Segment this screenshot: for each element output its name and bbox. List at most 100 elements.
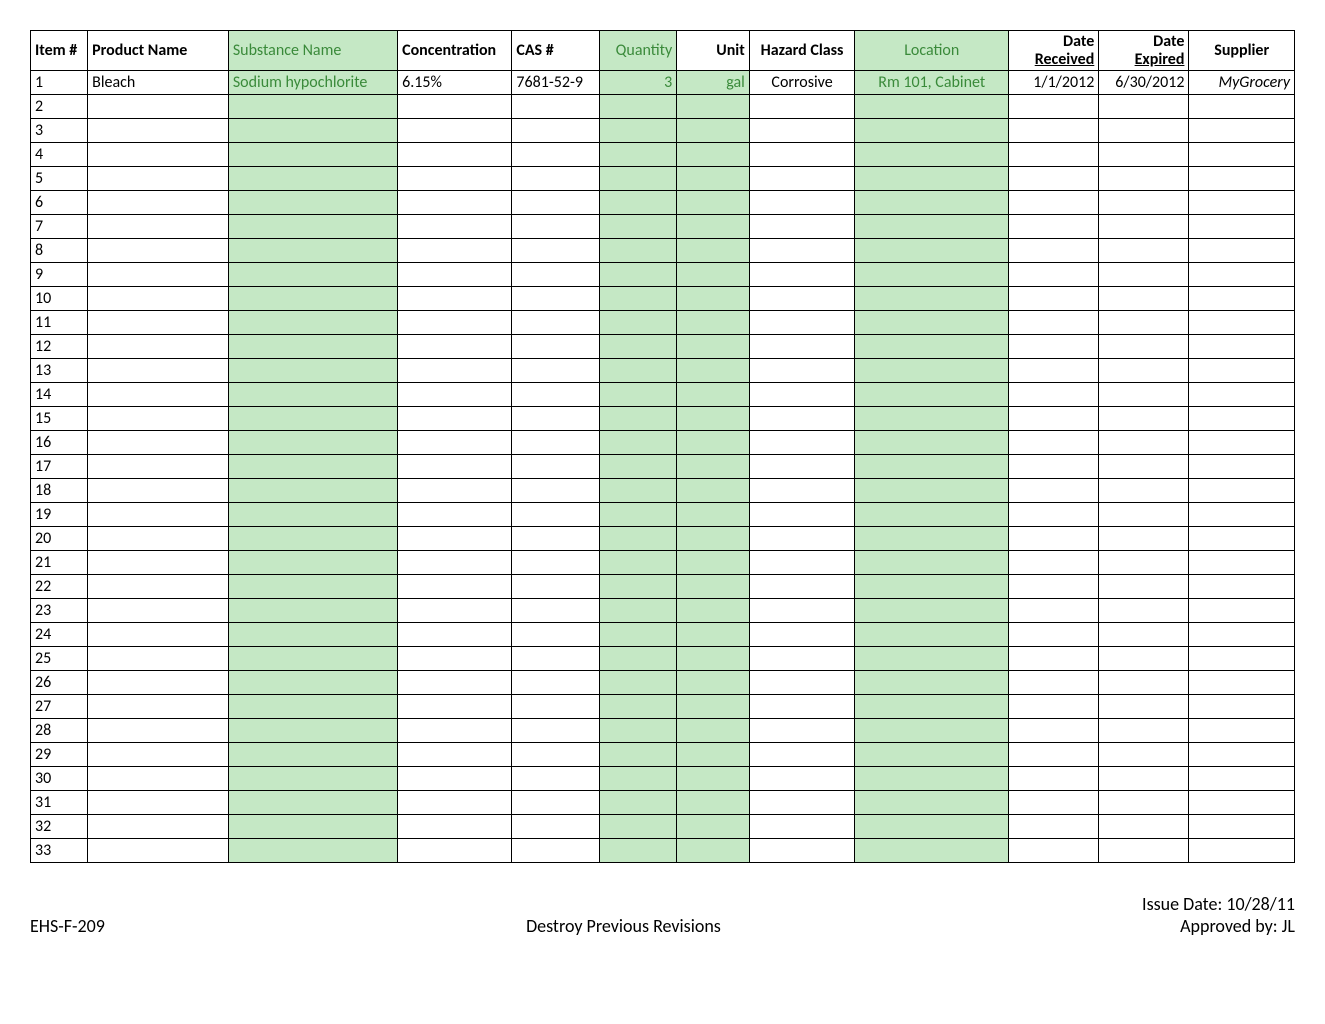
cell[interactable] xyxy=(1099,527,1189,551)
cell[interactable] xyxy=(1189,167,1295,191)
cell[interactable] xyxy=(600,167,677,191)
cell[interactable] xyxy=(749,623,855,647)
cell[interactable] xyxy=(398,575,512,599)
cell[interactable] xyxy=(600,383,677,407)
cell[interactable] xyxy=(228,551,397,575)
cell[interactable] xyxy=(1099,95,1189,119)
cell[interactable]: 15 xyxy=(31,407,88,431)
cell[interactable] xyxy=(1099,791,1189,815)
cell[interactable] xyxy=(855,239,1009,263)
cell[interactable] xyxy=(749,599,855,623)
cell[interactable] xyxy=(600,815,677,839)
cell[interactable] xyxy=(600,791,677,815)
cell[interactable] xyxy=(512,239,600,263)
cell[interactable] xyxy=(398,671,512,695)
cell[interactable]: 9 xyxy=(31,263,88,287)
cell[interactable] xyxy=(398,95,512,119)
cell[interactable] xyxy=(88,143,229,167)
cell[interactable] xyxy=(749,119,855,143)
cell[interactable] xyxy=(512,263,600,287)
cell[interactable] xyxy=(1189,767,1295,791)
cell[interactable] xyxy=(749,311,855,335)
cell[interactable] xyxy=(749,503,855,527)
cell[interactable] xyxy=(749,191,855,215)
cell[interactable] xyxy=(88,311,229,335)
cell[interactable] xyxy=(228,503,397,527)
cell[interactable] xyxy=(677,167,750,191)
cell[interactable] xyxy=(1099,239,1189,263)
cell[interactable] xyxy=(1189,599,1295,623)
cell[interactable] xyxy=(1099,119,1189,143)
cell[interactable] xyxy=(1099,647,1189,671)
cell[interactable] xyxy=(88,767,229,791)
cell[interactable] xyxy=(677,359,750,383)
cell[interactable] xyxy=(1099,407,1189,431)
cell[interactable] xyxy=(1189,623,1295,647)
cell[interactable]: 25 xyxy=(31,647,88,671)
cell[interactable] xyxy=(1009,695,1099,719)
cell[interactable] xyxy=(749,407,855,431)
cell[interactable]: 14 xyxy=(31,383,88,407)
cell[interactable] xyxy=(512,479,600,503)
cell[interactable] xyxy=(512,95,600,119)
cell[interactable] xyxy=(677,575,750,599)
cell[interactable] xyxy=(1099,815,1189,839)
cell[interactable] xyxy=(88,623,229,647)
cell[interactable] xyxy=(1189,455,1295,479)
cell[interactable] xyxy=(1009,263,1099,287)
cell[interactable] xyxy=(1099,359,1189,383)
cell[interactable] xyxy=(398,767,512,791)
cell[interactable] xyxy=(1009,551,1099,575)
cell[interactable]: 26 xyxy=(31,671,88,695)
cell[interactable] xyxy=(600,623,677,647)
cell[interactable] xyxy=(600,95,677,119)
cell[interactable] xyxy=(677,119,750,143)
cell[interactable] xyxy=(1189,575,1295,599)
cell[interactable] xyxy=(1099,839,1189,863)
cell[interactable] xyxy=(1009,143,1099,167)
cell[interactable] xyxy=(228,839,397,863)
cell[interactable]: 10 xyxy=(31,287,88,311)
cell[interactable] xyxy=(88,503,229,527)
cell[interactable]: 6.15% xyxy=(398,71,512,95)
cell[interactable] xyxy=(1009,407,1099,431)
cell[interactable] xyxy=(1099,167,1189,191)
cell[interactable] xyxy=(600,455,677,479)
cell[interactable] xyxy=(1009,791,1099,815)
cell[interactable] xyxy=(228,119,397,143)
cell[interactable] xyxy=(88,383,229,407)
cell[interactable] xyxy=(228,263,397,287)
cell[interactable] xyxy=(88,215,229,239)
cell[interactable] xyxy=(1099,431,1189,455)
cell[interactable] xyxy=(512,503,600,527)
cell[interactable] xyxy=(1189,191,1295,215)
cell[interactable]: 20 xyxy=(31,527,88,551)
cell[interactable] xyxy=(677,551,750,575)
cell[interactable] xyxy=(1009,311,1099,335)
cell[interactable]: 29 xyxy=(31,743,88,767)
cell[interactable] xyxy=(749,167,855,191)
cell[interactable] xyxy=(1009,623,1099,647)
cell[interactable] xyxy=(228,623,397,647)
cell[interactable] xyxy=(855,263,1009,287)
cell[interactable] xyxy=(512,719,600,743)
cell[interactable] xyxy=(1099,191,1189,215)
cell[interactable] xyxy=(1189,407,1295,431)
cell[interactable]: 28 xyxy=(31,719,88,743)
cell[interactable] xyxy=(88,455,229,479)
cell[interactable] xyxy=(1009,575,1099,599)
cell[interactable] xyxy=(398,263,512,287)
cell[interactable]: Bleach xyxy=(88,71,229,95)
cell[interactable] xyxy=(749,527,855,551)
cell[interactable] xyxy=(677,263,750,287)
cell[interactable] xyxy=(88,791,229,815)
cell[interactable] xyxy=(855,575,1009,599)
cell[interactable]: 6/30/2012 xyxy=(1099,71,1189,95)
cell[interactable] xyxy=(512,575,600,599)
cell[interactable] xyxy=(88,407,229,431)
cell[interactable] xyxy=(677,791,750,815)
cell[interactable] xyxy=(228,647,397,671)
cell[interactable] xyxy=(677,455,750,479)
cell[interactable] xyxy=(600,119,677,143)
cell[interactable] xyxy=(228,671,397,695)
